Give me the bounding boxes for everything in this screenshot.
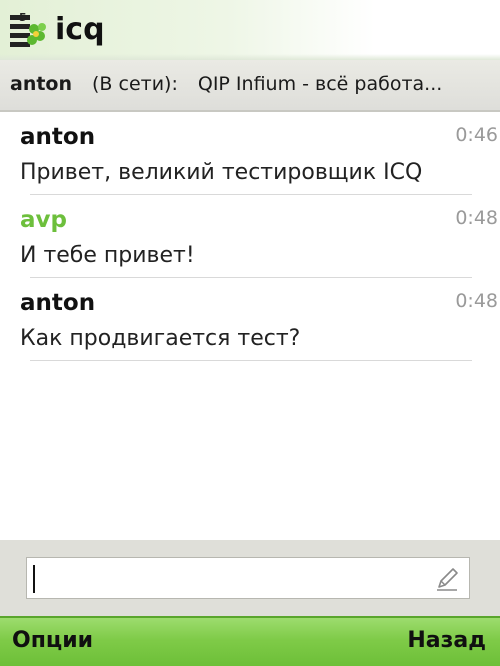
message-input[interactable] — [26, 557, 470, 599]
chat-message: avp 0:48 И тебе привет! — [0, 195, 500, 278]
back-softkey[interactable]: Назад — [407, 628, 486, 653]
contact-status: anton (В сети): QIP Infium - всё работа... — [10, 73, 442, 95]
softkey-bar: Опции Назад — [0, 616, 500, 666]
message-input-bar — [0, 540, 500, 616]
message-time: 0:48 — [455, 290, 498, 312]
message-time: 0:48 — [455, 207, 498, 229]
chat-history[interactable]: anton 0:46 Привет, великий тестировщик I… — [0, 112, 500, 540]
contact-name: anton — [10, 73, 73, 95]
message-text: И тебе привет! — [20, 243, 195, 268]
app-title: icq — [55, 12, 105, 47]
message-sender: anton — [20, 290, 96, 316]
svg-text:5: 5 — [19, 11, 27, 24]
title-bar: 5 icq — [0, 0, 500, 60]
pencil-icon[interactable] — [433, 566, 461, 592]
message-text: Как продвигается тест? — [20, 326, 301, 351]
icq-logo-icon: 5 — [10, 11, 46, 47]
message-time: 0:46 — [455, 124, 498, 146]
options-softkey[interactable]: Опции — [12, 628, 93, 653]
message-sender: avp — [20, 207, 67, 233]
text-cursor — [33, 565, 35, 593]
message-text: Привет, великий тестировщик ICQ — [20, 160, 423, 185]
contact-state: (В сети): — [92, 73, 178, 95]
chat-message: anton 0:48 Как продвигается тест? — [0, 278, 500, 361]
contact-status-message: QIP Infium - всё работа... — [197, 73, 443, 95]
chat-message: anton 0:46 Привет, великий тестировщик I… — [0, 112, 500, 195]
message-sender: anton — [20, 124, 96, 150]
message-divider — [30, 360, 472, 361]
contact-status-bar: anton (В сети): QIP Infium - всё работа... — [0, 60, 500, 112]
